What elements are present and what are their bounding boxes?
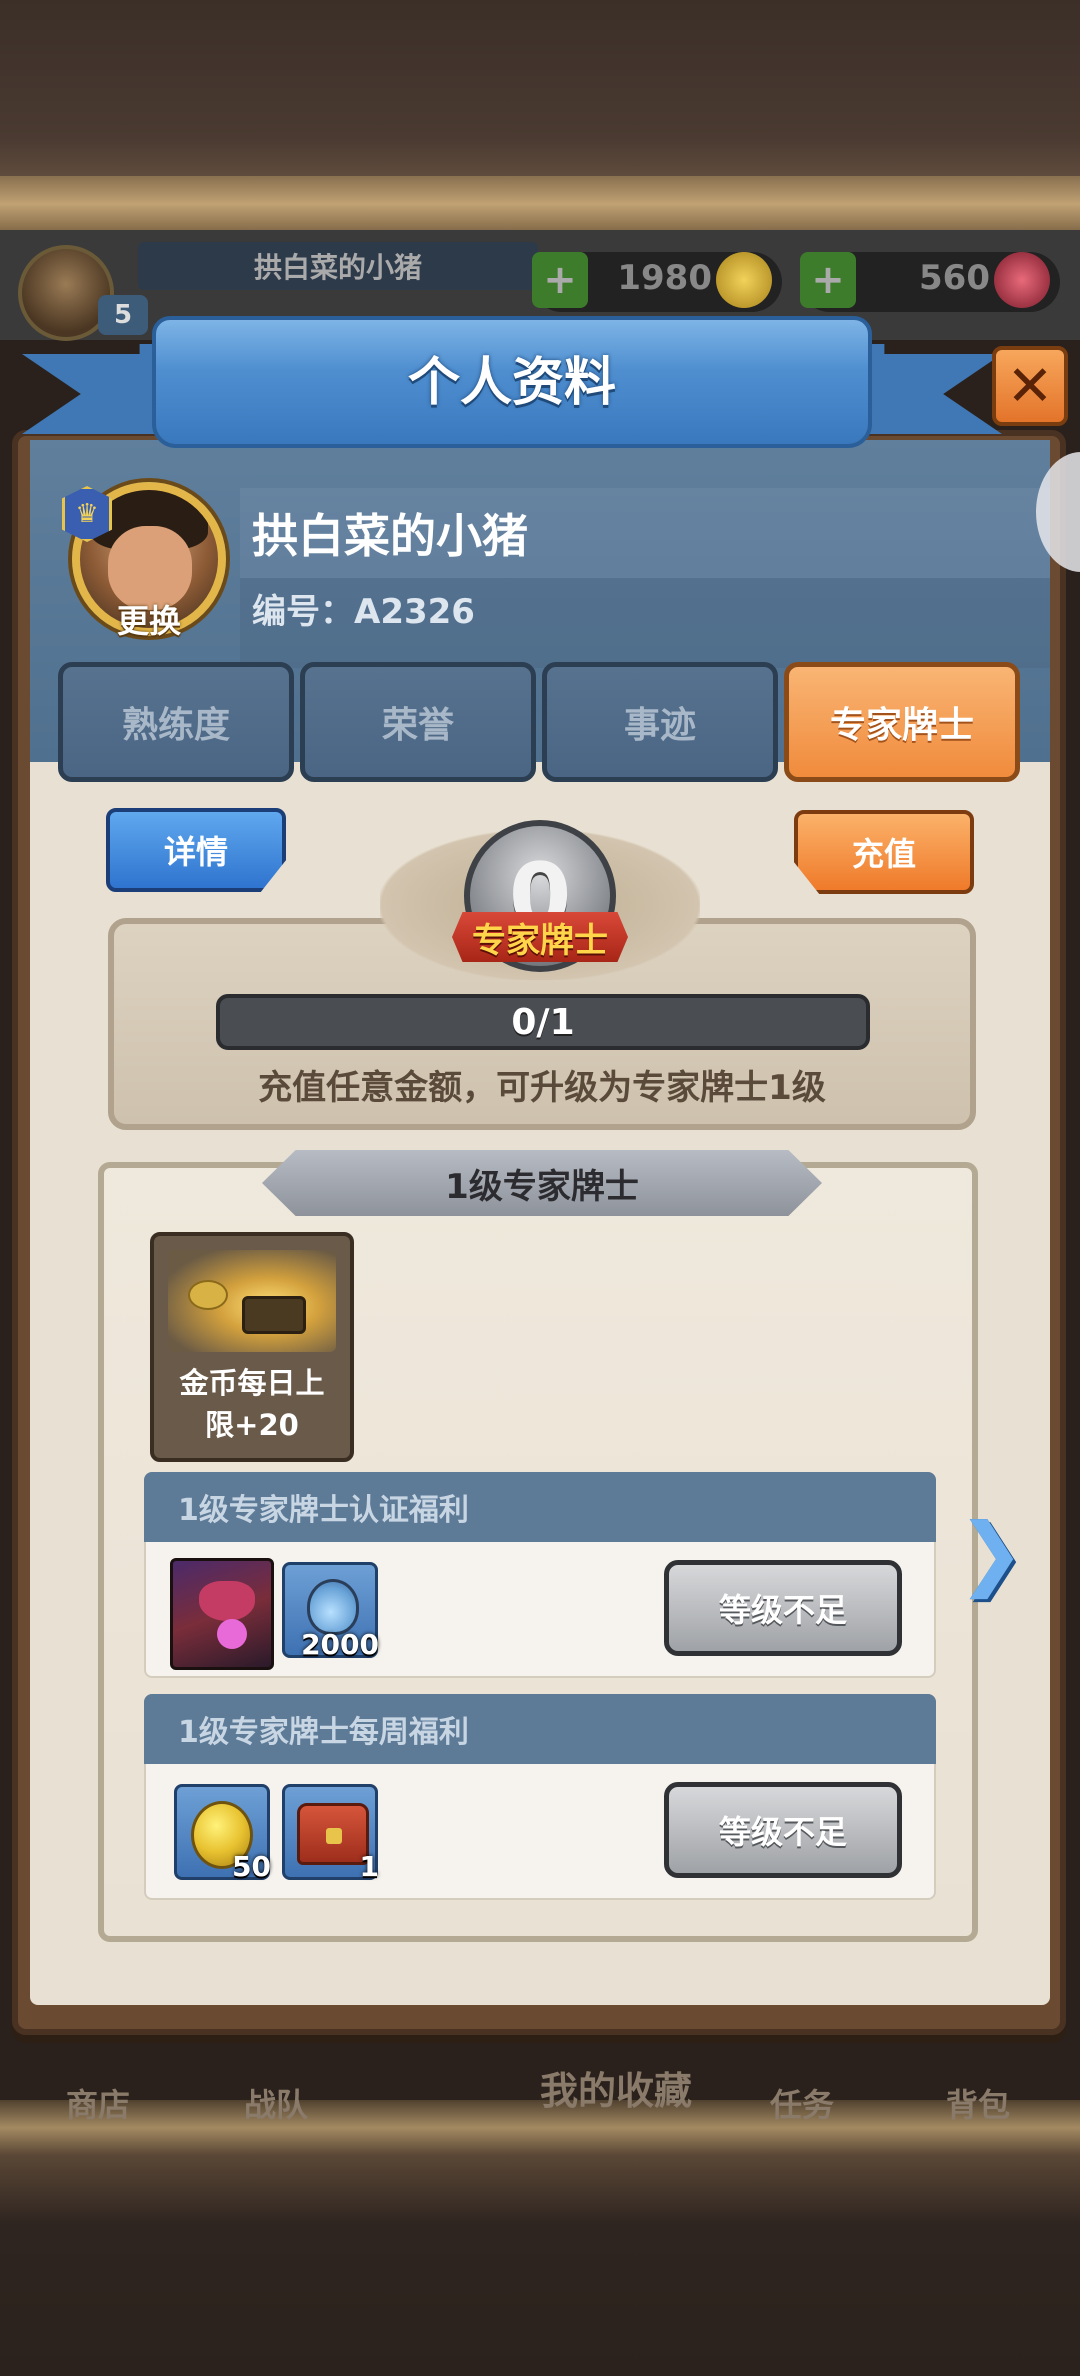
details-button[interactable]: 详情	[106, 808, 286, 892]
modal-title-banner: 个人资料	[12, 316, 1012, 456]
hero-reward-icon[interactable]	[170, 1558, 274, 1670]
expert-hint: 充值任意金额，可升级为专家牌士1级	[258, 1068, 826, 1108]
tab-honor[interactable]: 荣誉	[300, 662, 536, 782]
tab-proficiency[interactable]: 熟练度	[58, 662, 294, 782]
reward-card-gold-limit: 金币每日上 限+20	[150, 1232, 354, 1462]
expert-badge-label: 专家牌士	[452, 912, 628, 962]
chest-count: 1	[359, 1850, 379, 1883]
cert-claim-button[interactable]: 等级不足	[664, 1560, 902, 1656]
chest-reward[interactable]: 1	[282, 1784, 379, 1883]
potion-reward[interactable]: 2000	[282, 1562, 379, 1661]
player-name: 拱白菜的小猪	[252, 509, 528, 563]
gem-icon	[994, 252, 1050, 308]
change-avatar-label[interactable]: 更换	[72, 596, 226, 642]
nav-bag: 背包	[946, 2086, 1011, 2124]
reward-desc-line2: 限+20	[205, 1408, 299, 1442]
reward-desc-line1: 金币每日上	[179, 1366, 325, 1400]
nav-team: 战队	[244, 2086, 309, 2124]
background-bottom	[0, 2100, 1080, 2376]
level-card-header: 1级专家牌士	[262, 1150, 822, 1216]
gems-value: 560	[919, 258, 990, 298]
coin-reward[interactable]: 50	[174, 1784, 271, 1883]
nav-shop: 商店	[66, 2086, 131, 2124]
cert-benefits-title: 1级专家牌士认证福利	[144, 1472, 936, 1542]
chest-icon	[297, 1803, 369, 1865]
expert-progress-text: 0/1	[511, 1001, 575, 1043]
nav-collection: 我的收藏	[540, 2069, 693, 2113]
gold-coin-icon	[716, 252, 772, 308]
next-level-arrow-icon[interactable]: ❯	[957, 1512, 1024, 1594]
weekly-claim-button[interactable]: 等级不足	[664, 1782, 902, 1878]
background-wood-band	[0, 176, 1080, 232]
gold-chest-icon	[168, 1250, 336, 1352]
modal-title: 个人资料	[407, 353, 616, 413]
tab-expert[interactable]: 专家牌士	[784, 662, 1020, 782]
nav-tasks: 任务	[770, 2086, 835, 2124]
weekly-benefits-title: 1级专家牌士每周福利	[144, 1694, 936, 1764]
recharge-button[interactable]: 充值	[794, 810, 974, 894]
add-gold-icon: +	[532, 252, 588, 308]
tab-deeds[interactable]: 事迹	[542, 662, 778, 782]
hud-player-name: 拱白菜的小猪	[138, 242, 538, 290]
add-gems-icon: +	[800, 252, 856, 308]
close-button[interactable]: ✕	[992, 346, 1068, 426]
potion-icon	[307, 1579, 359, 1635]
gold-value: 1980	[617, 258, 712, 298]
hud-gems: + 560	[800, 252, 1060, 312]
potion-count: 2000	[301, 1628, 379, 1661]
coin-count: 50	[232, 1850, 271, 1883]
hud-gold: + 1980	[532, 252, 782, 312]
player-id: 编号：A2326	[252, 592, 475, 632]
